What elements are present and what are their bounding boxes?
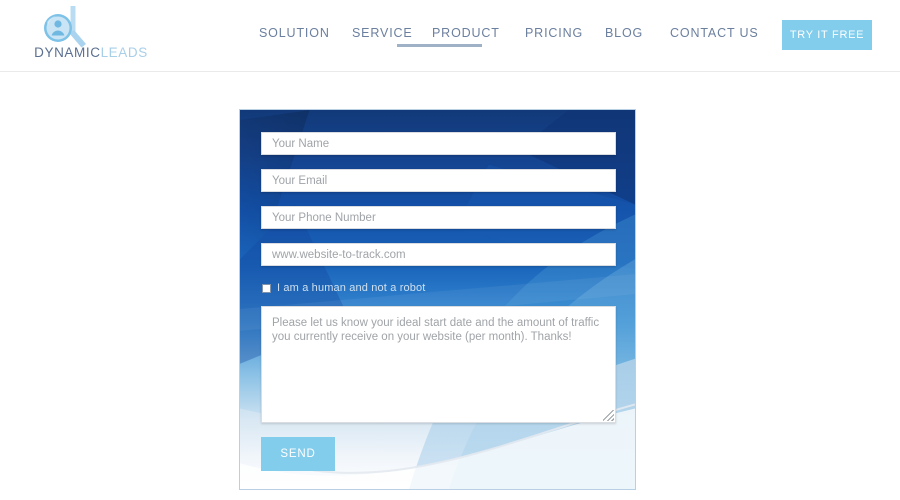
human-verification-label: I am a human and not a robot [277, 282, 426, 294]
site-header: DYNAMICLEADS SOLUTION SERVICE PRODUCT PR… [0, 0, 900, 72]
message-textarea[interactable]: Please let us know your ideal start date… [261, 306, 616, 423]
your-email-placeholder: Your Email [272, 174, 328, 187]
your-phone-field[interactable]: Your Phone Number [261, 206, 616, 229]
nav-item-product[interactable]: PRODUCT [432, 26, 500, 40]
human-verification-checkbox[interactable] [262, 283, 271, 293]
dynamic-leads-logo-icon [34, 4, 92, 48]
brand-name-secondary: LEADS [100, 45, 148, 60]
brand-logo[interactable]: DYNAMICLEADS [16, 4, 166, 66]
nav-item-service[interactable]: SERVICE [352, 26, 413, 40]
textarea-resize-handle[interactable] [603, 410, 614, 421]
nav-active-indicator [397, 44, 482, 47]
send-button[interactable]: SEND [261, 437, 335, 471]
brand-name-primary: DYNAMIC [34, 45, 101, 60]
nav-item-contact-us[interactable]: CONTACT US [670, 26, 759, 40]
your-email-field[interactable]: Your Email [261, 169, 616, 192]
website-placeholder: www.website-to-track.com [272, 248, 406, 261]
nav-item-solution[interactable]: SOLUTION [259, 26, 330, 40]
website-field[interactable]: www.website-to-track.com [261, 243, 616, 266]
main-navigation: SOLUTION SERVICE PRODUCT PRICING BLOG CO… [250, 0, 770, 72]
brand-wordmark: DYNAMICLEADS [16, 46, 166, 60]
human-verification-row[interactable]: I am a human and not a robot [262, 280, 426, 296]
your-name-placeholder: Your Name [272, 137, 330, 150]
your-name-field[interactable]: Your Name [261, 132, 616, 155]
nav-item-pricing[interactable]: PRICING [525, 26, 583, 40]
message-placeholder: Please let us know your ideal start date… [272, 317, 600, 343]
nav-item-blog[interactable]: BLOG [605, 26, 643, 40]
try-it-free-button[interactable]: TRY IT FREE [782, 20, 872, 50]
panel-decorative-waves [240, 110, 635, 489]
contact-form-panel: Your Name Your Email Your Phone Number w… [239, 109, 636, 490]
your-phone-placeholder: Your Phone Number [272, 211, 376, 224]
